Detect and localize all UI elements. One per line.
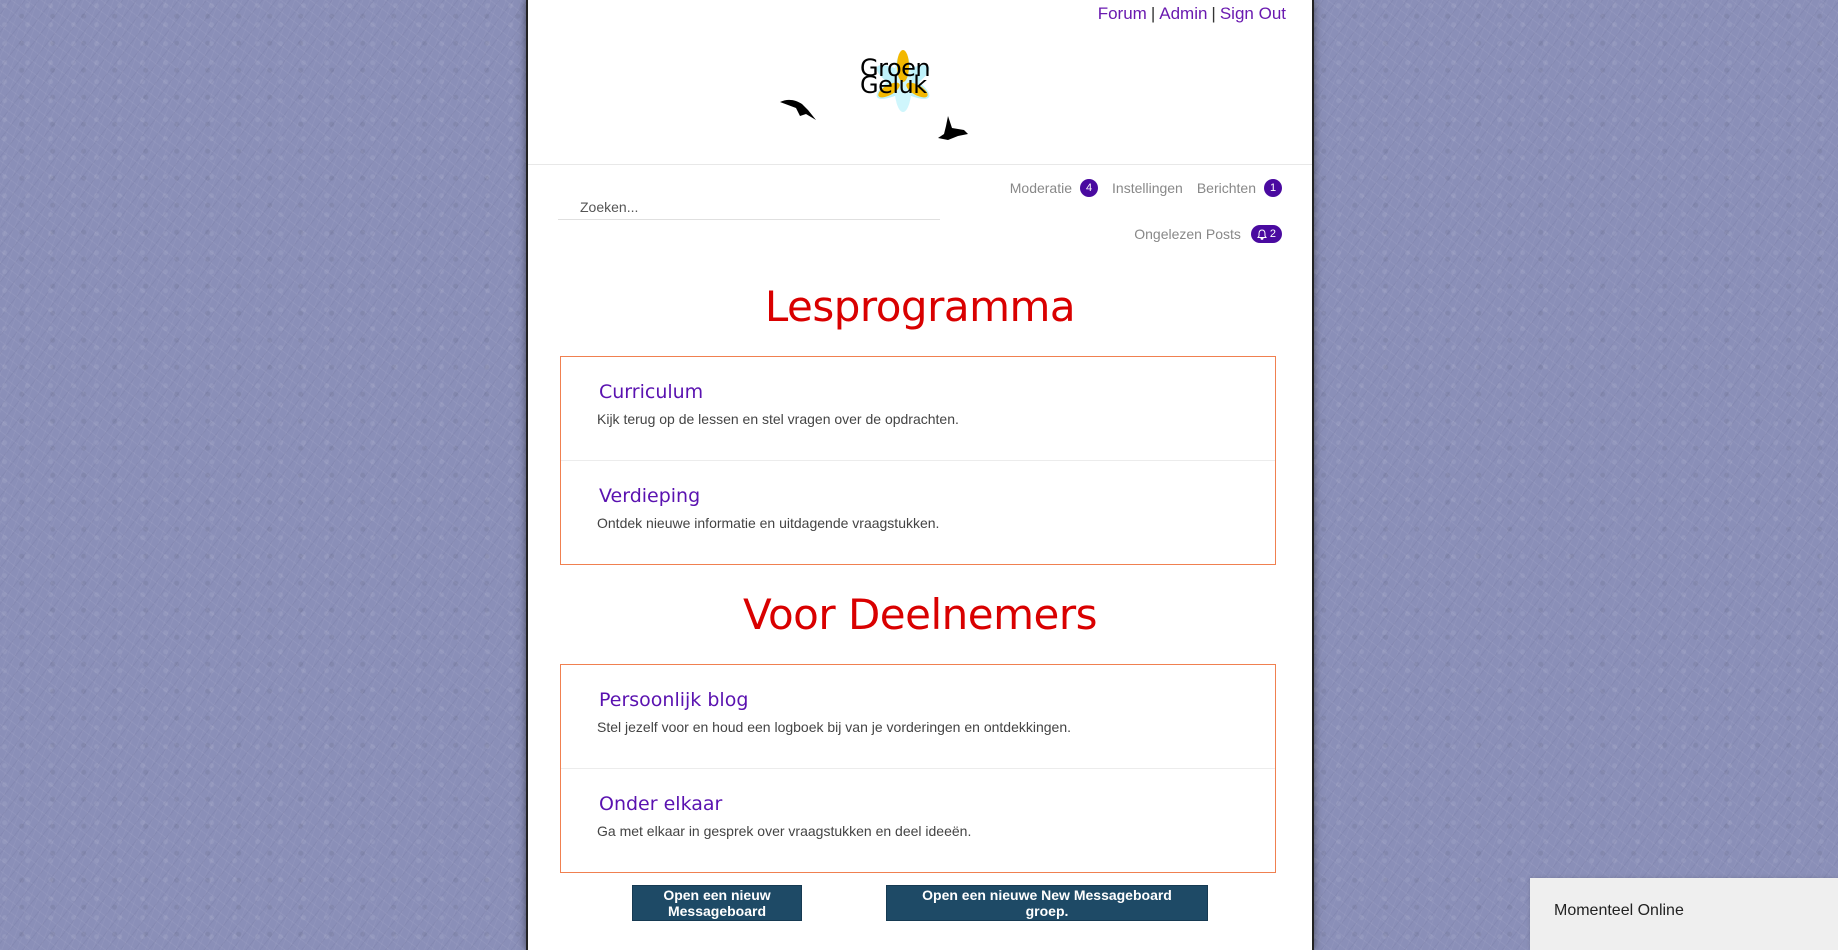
nav-unread-posts[interactable]: Ongelezen Posts 2 (1134, 225, 1282, 243)
sign-out-link[interactable]: Sign Out (1220, 4, 1286, 23)
nav-moderation-label: Moderatie (1009, 180, 1073, 196)
nav-settings[interactable]: Instellingen (1112, 180, 1183, 196)
nav-messages-label: Berichten (1196, 180, 1256, 196)
navbar: Moderatie 4 Instellingen Berichten 1 Ong… (528, 164, 1312, 255)
forum-category-box: Curriculum Kijk terug op de lessen en st… (560, 356, 1276, 565)
logo-text: Groen Geluk (860, 54, 931, 99)
online-users-label: Momenteel Online (1554, 902, 1684, 919)
nav-messages[interactable]: Berichten 1 (1197, 179, 1282, 197)
forum-description: Kijk terug op de lessen en stel vragen o… (597, 411, 959, 427)
forum-description: Ontdek nieuwe informatie en uitdagende v… (597, 515, 940, 531)
online-users-panel[interactable]: Momenteel Online (1530, 878, 1838, 950)
forum-item: Onder elkaar Ga met elkaar in gesprek ov… (561, 769, 1275, 872)
forum-title-link[interactable]: Curriculum (599, 381, 703, 403)
nav-links: Moderatie 4 Instellingen Berichten 1 (1010, 179, 1282, 197)
bird-icon (780, 99, 816, 120)
forum-item: Persoonlijk blog Stel jezelf voor en hou… (561, 665, 1275, 769)
forum-title-link[interactable]: Onder elkaar (599, 793, 722, 815)
search-input[interactable] (558, 195, 940, 220)
new-messageboard-group-button[interactable]: Open een nieuwe New Messageboard groep. (886, 885, 1208, 921)
section-title-lesprogramma: Lesprogramma (764, 282, 1076, 331)
new-messageboard-button[interactable]: Open een nieuw Messageboard (632, 885, 802, 921)
bird-icon (938, 116, 968, 140)
nav-moderation[interactable]: Moderatie 4 (1009, 179, 1099, 197)
separator: | (1211, 4, 1216, 23)
forum-title-link[interactable]: Verdieping (599, 485, 700, 507)
separator: | (1150, 4, 1156, 23)
forum-category-box: Persoonlijk blog Stel jezelf voor en hou… (560, 664, 1276, 873)
forum-item: Curriculum Kijk terug op de lessen en st… (561, 357, 1275, 461)
section-title-voor-deelnemers: Voor Deelnemers (742, 590, 1098, 639)
messages-count-badge: 1 (1264, 179, 1282, 197)
moderation-count-badge: 4 (1080, 179, 1099, 197)
bell-icon (1256, 228, 1267, 240)
unread-count: 2 (1269, 228, 1276, 240)
forum-description: Ga met elkaar in gesprek over vraagstukk… (597, 823, 972, 839)
unread-count-badge: 2 (1250, 225, 1282, 243)
unread-posts-label: Ongelezen Posts (1134, 226, 1241, 242)
nav-settings-label: Instellingen (1112, 180, 1183, 196)
forum-link[interactable]: Forum (1098, 4, 1147, 23)
main-panel: Forum|Admin|Sign Out Groen Geluk Moder (526, 0, 1314, 950)
forum-title-link[interactable]: Persoonlijk blog (599, 689, 748, 711)
forum-description: Stel jezelf voor en houd een logboek bij… (597, 719, 1071, 735)
admin-link[interactable]: Admin (1159, 4, 1207, 23)
forum-item: Verdieping Ontdek nieuwe informatie en u… (561, 461, 1275, 564)
top-links: Forum | Admin | Sign Out (1098, 4, 1286, 24)
